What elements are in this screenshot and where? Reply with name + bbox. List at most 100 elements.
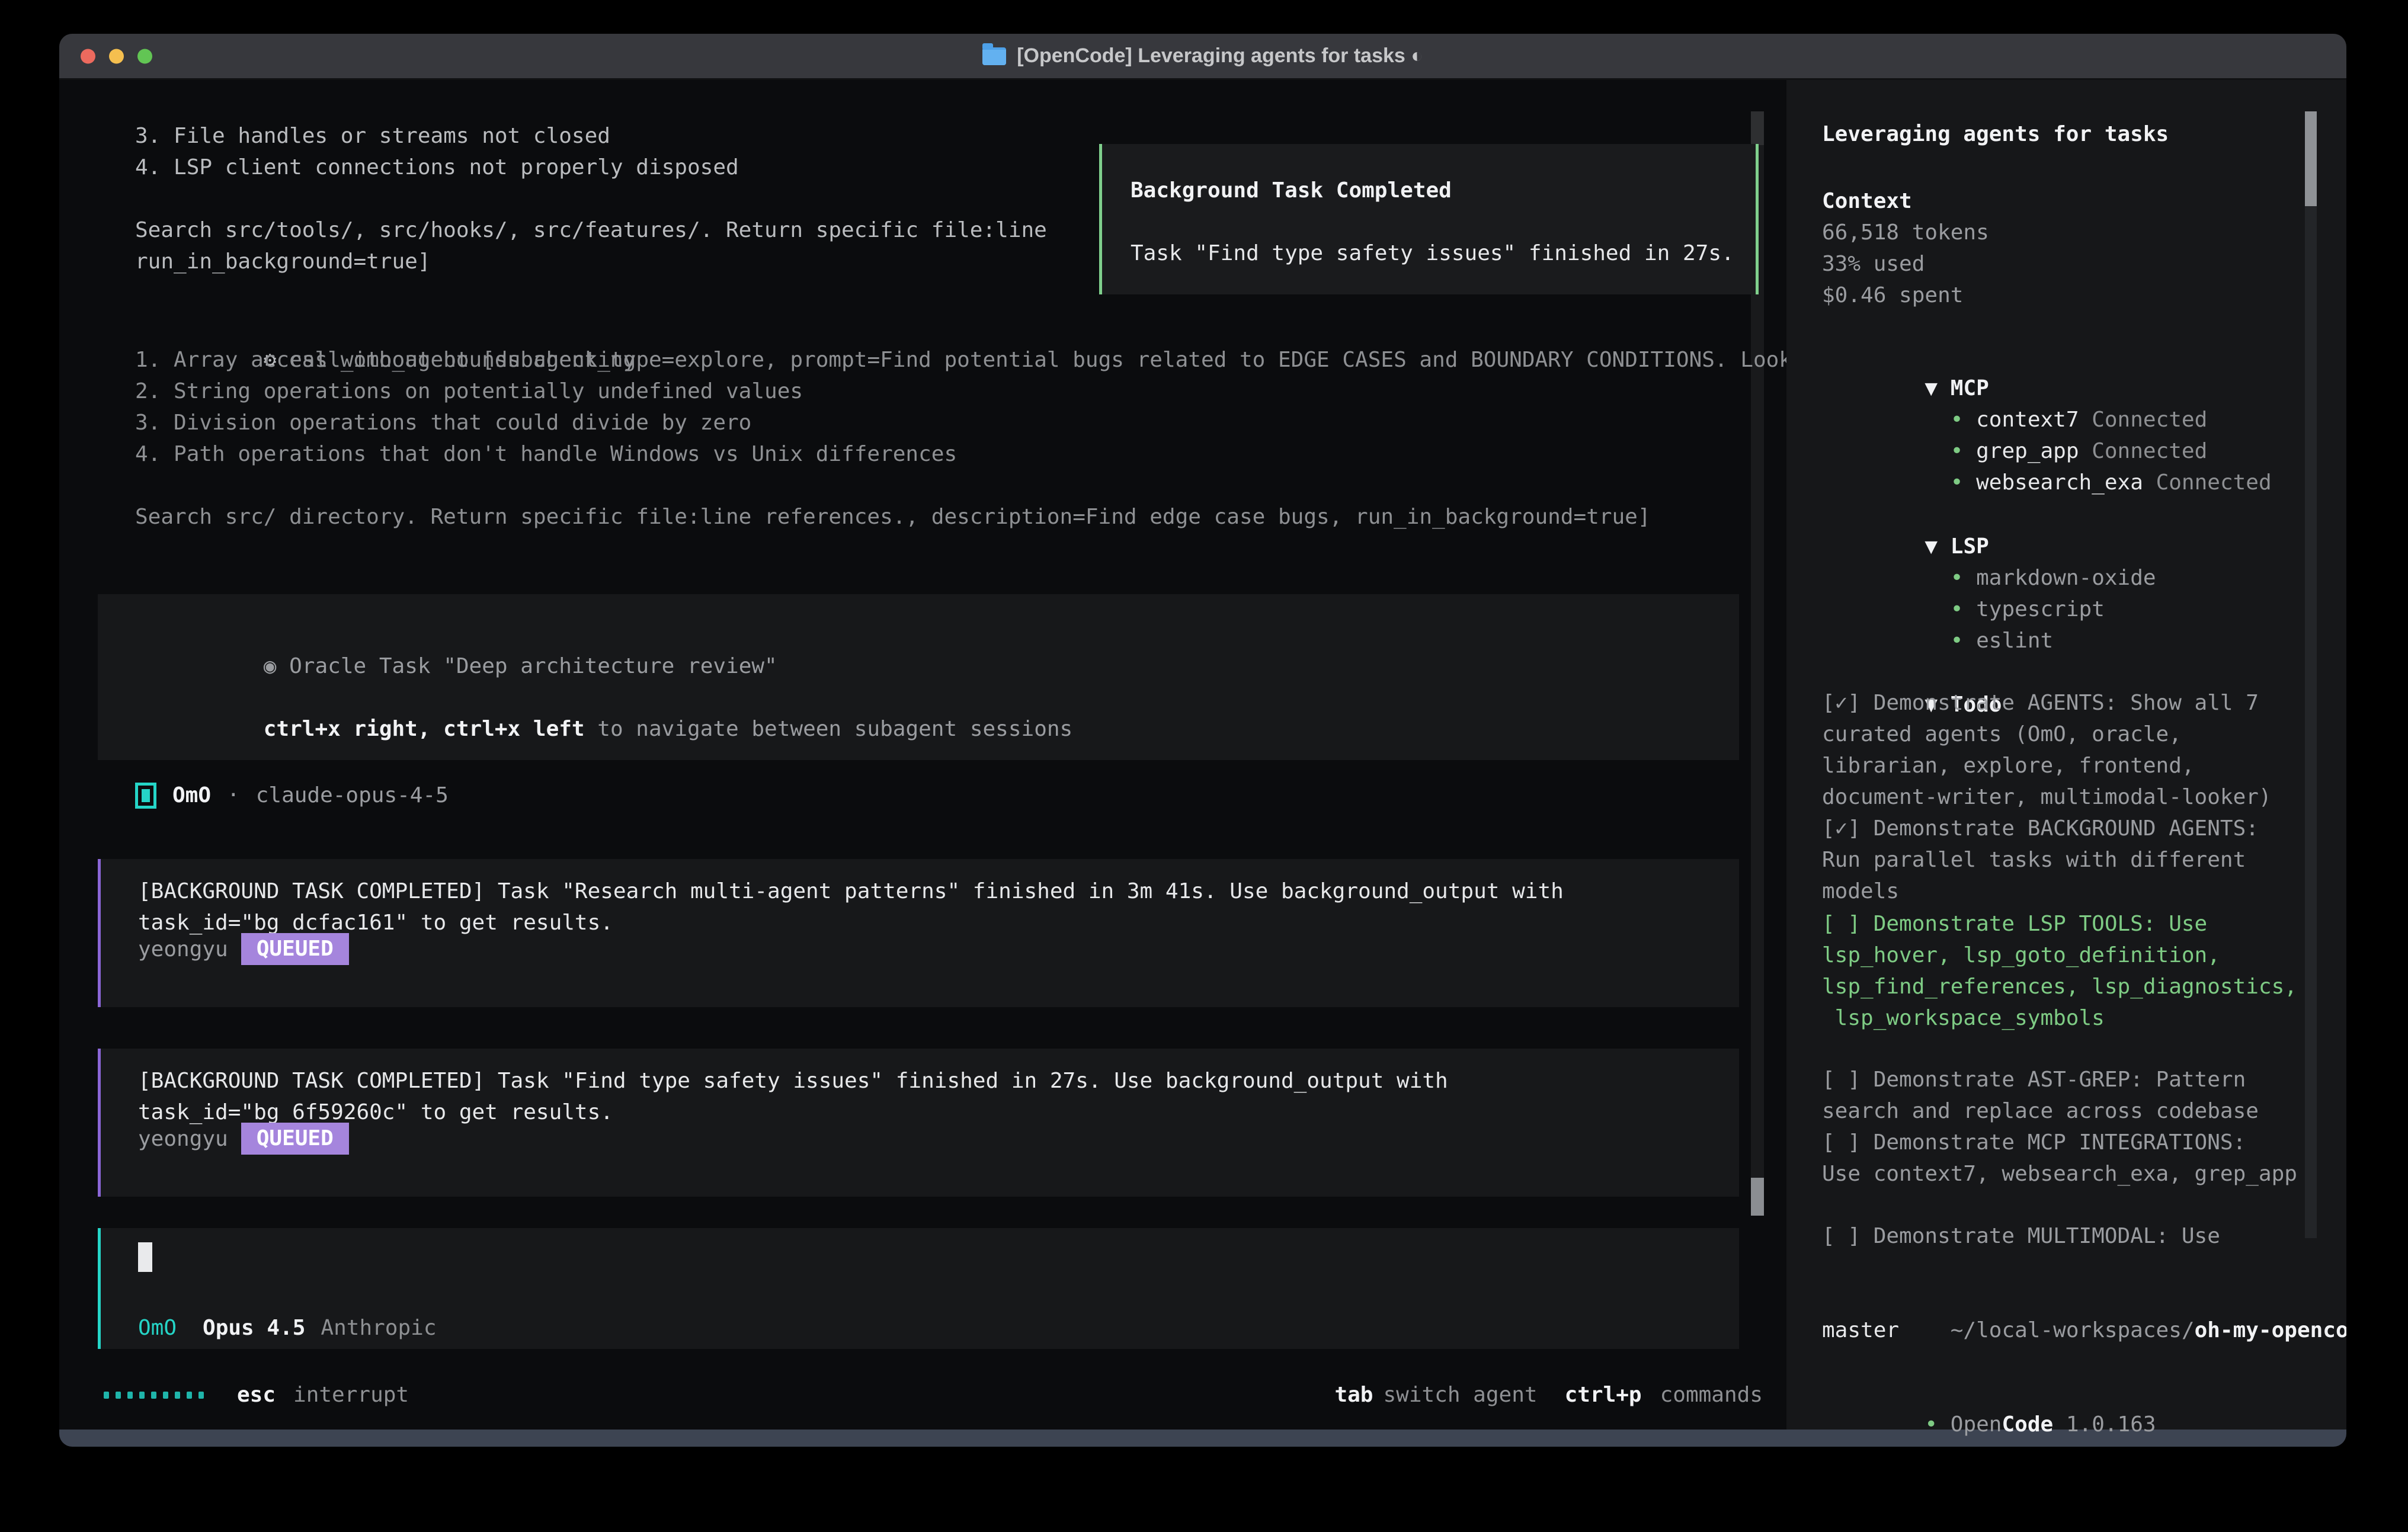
todo-line: models	[1822, 876, 2272, 907]
todo-section-heading[interactable]: ▼ Todo	[1786, 658, 2002, 689]
oracle-task-card: ◉ Oracle Task "Deep architecture review"…	[98, 594, 1739, 760]
todo-line: Run parallel tasks with different	[1822, 844, 2272, 876]
scrollback-line: run_in_background=true]	[135, 246, 1047, 277]
session-sidebar[interactable]: Leveraging agents for tasks Context 66,5…	[1786, 80, 2346, 1430]
oracle-task-title: Oracle Task "Deep architecture review"	[289, 654, 777, 678]
separator-dot-icon: ·	[227, 783, 240, 807]
scrollback-line: 3. File handles or streams not closed	[135, 120, 1047, 152]
text-cursor	[138, 1242, 152, 1272]
todo-line: [✓] Demonstrate AGENTS: Show all 7	[1822, 687, 2272, 719]
agent-header: OmO · claude-opus-4-5	[135, 780, 449, 811]
agent-omo-icon	[135, 783, 156, 809]
scrollback-line	[135, 183, 1047, 214]
context-tokens: 66,518 tokens	[1822, 217, 1989, 248]
workspace-path: ~/local-workspaces/oh-my-opencode: maste…	[1786, 1283, 2346, 1346]
version-line: • OpenCode 1.0.163	[1786, 1377, 2156, 1409]
agent-model: claude-opus-4-5	[256, 783, 449, 807]
window-title-group: [OpenCode] Leveraging agents for tasks ◐	[982, 44, 1423, 68]
todo-line: lsp_hover, lsp_goto_definition,	[1822, 940, 2297, 971]
oracle-hint-text: to navigate between subagent sessions	[585, 717, 1073, 741]
mcp-list: • context7 Connected • grep_app Connecte…	[1786, 373, 2272, 467]
workspace-path-prefix: ~/local-workspaces/	[1951, 1318, 2195, 1342]
todo-line: [ ] Demonstrate AST-GREP: Pattern	[1822, 1064, 2297, 1095]
statusbar-left: esc interrupt	[104, 1379, 409, 1411]
background-task-toast[interactable]: Background Task Completed Task "Find typ…	[1099, 144, 1759, 294]
bullet-icon: •	[1951, 566, 1964, 590]
lsp-section-heading[interactable]: ▼ LSP	[1786, 499, 1989, 531]
scrollbar-thumb[interactable]	[1751, 1178, 1764, 1216]
bullet-icon: •	[1951, 597, 1964, 621]
tool-call-block: ⚙ call_omo_agent [subagent_type=explore,…	[135, 313, 1843, 533]
app-version: 1.0.163	[2066, 1412, 2156, 1437]
todo-line: [✓] Demonstrate BACKGROUND AGENTS:	[1822, 813, 2272, 844]
minimize-button[interactable]	[109, 49, 124, 63]
tool-call-line: 3. Division operations that could divide…	[135, 407, 1843, 438]
mcp-section-heading[interactable]: ▼ MCP	[1786, 341, 1989, 373]
oracle-hint-keys: ctrl+x right, ctrl+x left	[264, 717, 585, 741]
folder-icon	[982, 47, 1006, 65]
app-name-bold: Code	[2002, 1412, 2053, 1437]
zoom-button[interactable]	[137, 49, 152, 63]
background-task-message: [BACKGROUND TASK COMPLETED] Task "Resear…	[98, 859, 1739, 1007]
toast-body: Task "Find type safety issues" finished …	[1131, 238, 1734, 269]
context-heading: Context	[1786, 185, 1912, 217]
tool-call-line: 2. String operations on potentially unde…	[135, 376, 1843, 407]
bullet-icon: •	[1951, 439, 1964, 463]
tab-key-hint: tab	[1334, 1383, 1373, 1407]
background-task-message: [BACKGROUND TASK COMPLETED] Task "Find t…	[98, 1049, 1739, 1197]
esc-key-label: interrupt	[293, 1383, 409, 1407]
tool-call-line: Search src/ directory. Return specific f…	[135, 501, 1843, 533]
traffic-lights	[81, 49, 152, 63]
close-button[interactable]	[81, 49, 95, 63]
todo-line: librarian, explore, frontend,	[1822, 750, 2272, 781]
lsp-list: • markdown-oxide • typescript • eslint	[1786, 531, 2156, 625]
agent-name: OmO	[172, 783, 211, 807]
bullet-icon: •	[1925, 1412, 1938, 1437]
context-used: 33% used	[1822, 248, 1989, 280]
session-title: Leveraging agents for tasks	[1786, 118, 2169, 150]
chat-transcript-panel[interactable]: 3. File handles or streams not closed 4.…	[59, 80, 1786, 1430]
task-user: yeongyu	[138, 937, 228, 961]
scrollback-line: Search src/tools/, src/hooks/, src/featu…	[135, 214, 1047, 246]
app-name-dim: Open	[1951, 1412, 2002, 1437]
activity-dots-icon	[104, 1392, 204, 1399]
tab-key-label: switch agent	[1383, 1383, 1537, 1407]
statusbar-right: tab switch agent ctrl+p commands	[1334, 1379, 1763, 1411]
input-agent-name: OmO	[138, 1316, 177, 1340]
sidebar-scrollbar-thumb[interactable]	[2305, 111, 2317, 206]
todo-line: curated agents (OmO, oracle,	[1822, 719, 2272, 750]
context-stats: 66,518 tokens 33% used $0.46 spent	[1786, 217, 1989, 311]
task-message-line: [BACKGROUND TASK COMPLETED] Task "Find t…	[138, 1065, 1448, 1097]
todo-line: [ ] Demonstrate MCP INTEGRATIONS:	[1822, 1127, 2297, 1158]
queued-status-badge: QUEUED	[241, 1123, 349, 1155]
task-user: yeongyu	[138, 1127, 228, 1151]
prompt-input[interactable]: OmO Opus 4.5 Anthropic	[98, 1228, 1739, 1349]
workspace-repo: oh-my-opencode:	[2195, 1318, 2346, 1342]
todo-done-items: [✓] Demonstrate AGENTS: Show all 7 curat…	[1786, 687, 2272, 907]
oracle-icon: ◉	[264, 654, 277, 678]
scrollback-text: 3. File handles or streams not closed 4.…	[135, 120, 1047, 277]
scrollback-line: 4. LSP client connections not properly d…	[135, 152, 1047, 183]
todo-line: Use context7, websearch_exa, grep_app	[1822, 1158, 2297, 1190]
terminal-window: [OpenCode] Leveraging agents for tasks ◐…	[59, 34, 2346, 1447]
todo-line: search and replace across codebase	[1822, 1095, 2297, 1127]
todo-line: lsp_find_references, lsp_diagnostics,	[1822, 971, 2297, 1002]
mcp-item: • context7 Connected	[1822, 373, 2272, 404]
sidebar-scrollbar[interactable]	[2305, 111, 2317, 1238]
todo-line: lsp_workspace_symbols	[1822, 1002, 2297, 1034]
bullet-icon: •	[1951, 470, 1964, 495]
task-message-line: [BACKGROUND TASK COMPLETED] Task "Resear…	[138, 876, 1564, 907]
ctrlp-key-label: commands	[1660, 1383, 1763, 1407]
window-title: [OpenCode] Leveraging agents for tasks ◐	[1017, 44, 1423, 68]
todo-active-item: [ ] Demonstrate LSP TOOLS: Use lsp_hover…	[1786, 908, 2297, 1034]
tool-call-line	[135, 470, 1843, 501]
esc-key-hint: esc	[237, 1383, 276, 1407]
bullet-icon: •	[1951, 629, 1964, 653]
window-titlebar[interactable]: [OpenCode] Leveraging agents for tasks ◐	[59, 34, 2346, 80]
lsp-item: • markdown-oxide	[1822, 531, 2156, 562]
scrollbar-segment	[1751, 111, 1764, 145]
toast-title: Background Task Completed	[1131, 175, 1452, 206]
todo-line: [ ] Demonstrate LSP TOOLS: Use	[1822, 908, 2297, 940]
bullet-icon: •	[1951, 408, 1964, 432]
context-spent: $0.46 spent	[1822, 280, 1989, 311]
